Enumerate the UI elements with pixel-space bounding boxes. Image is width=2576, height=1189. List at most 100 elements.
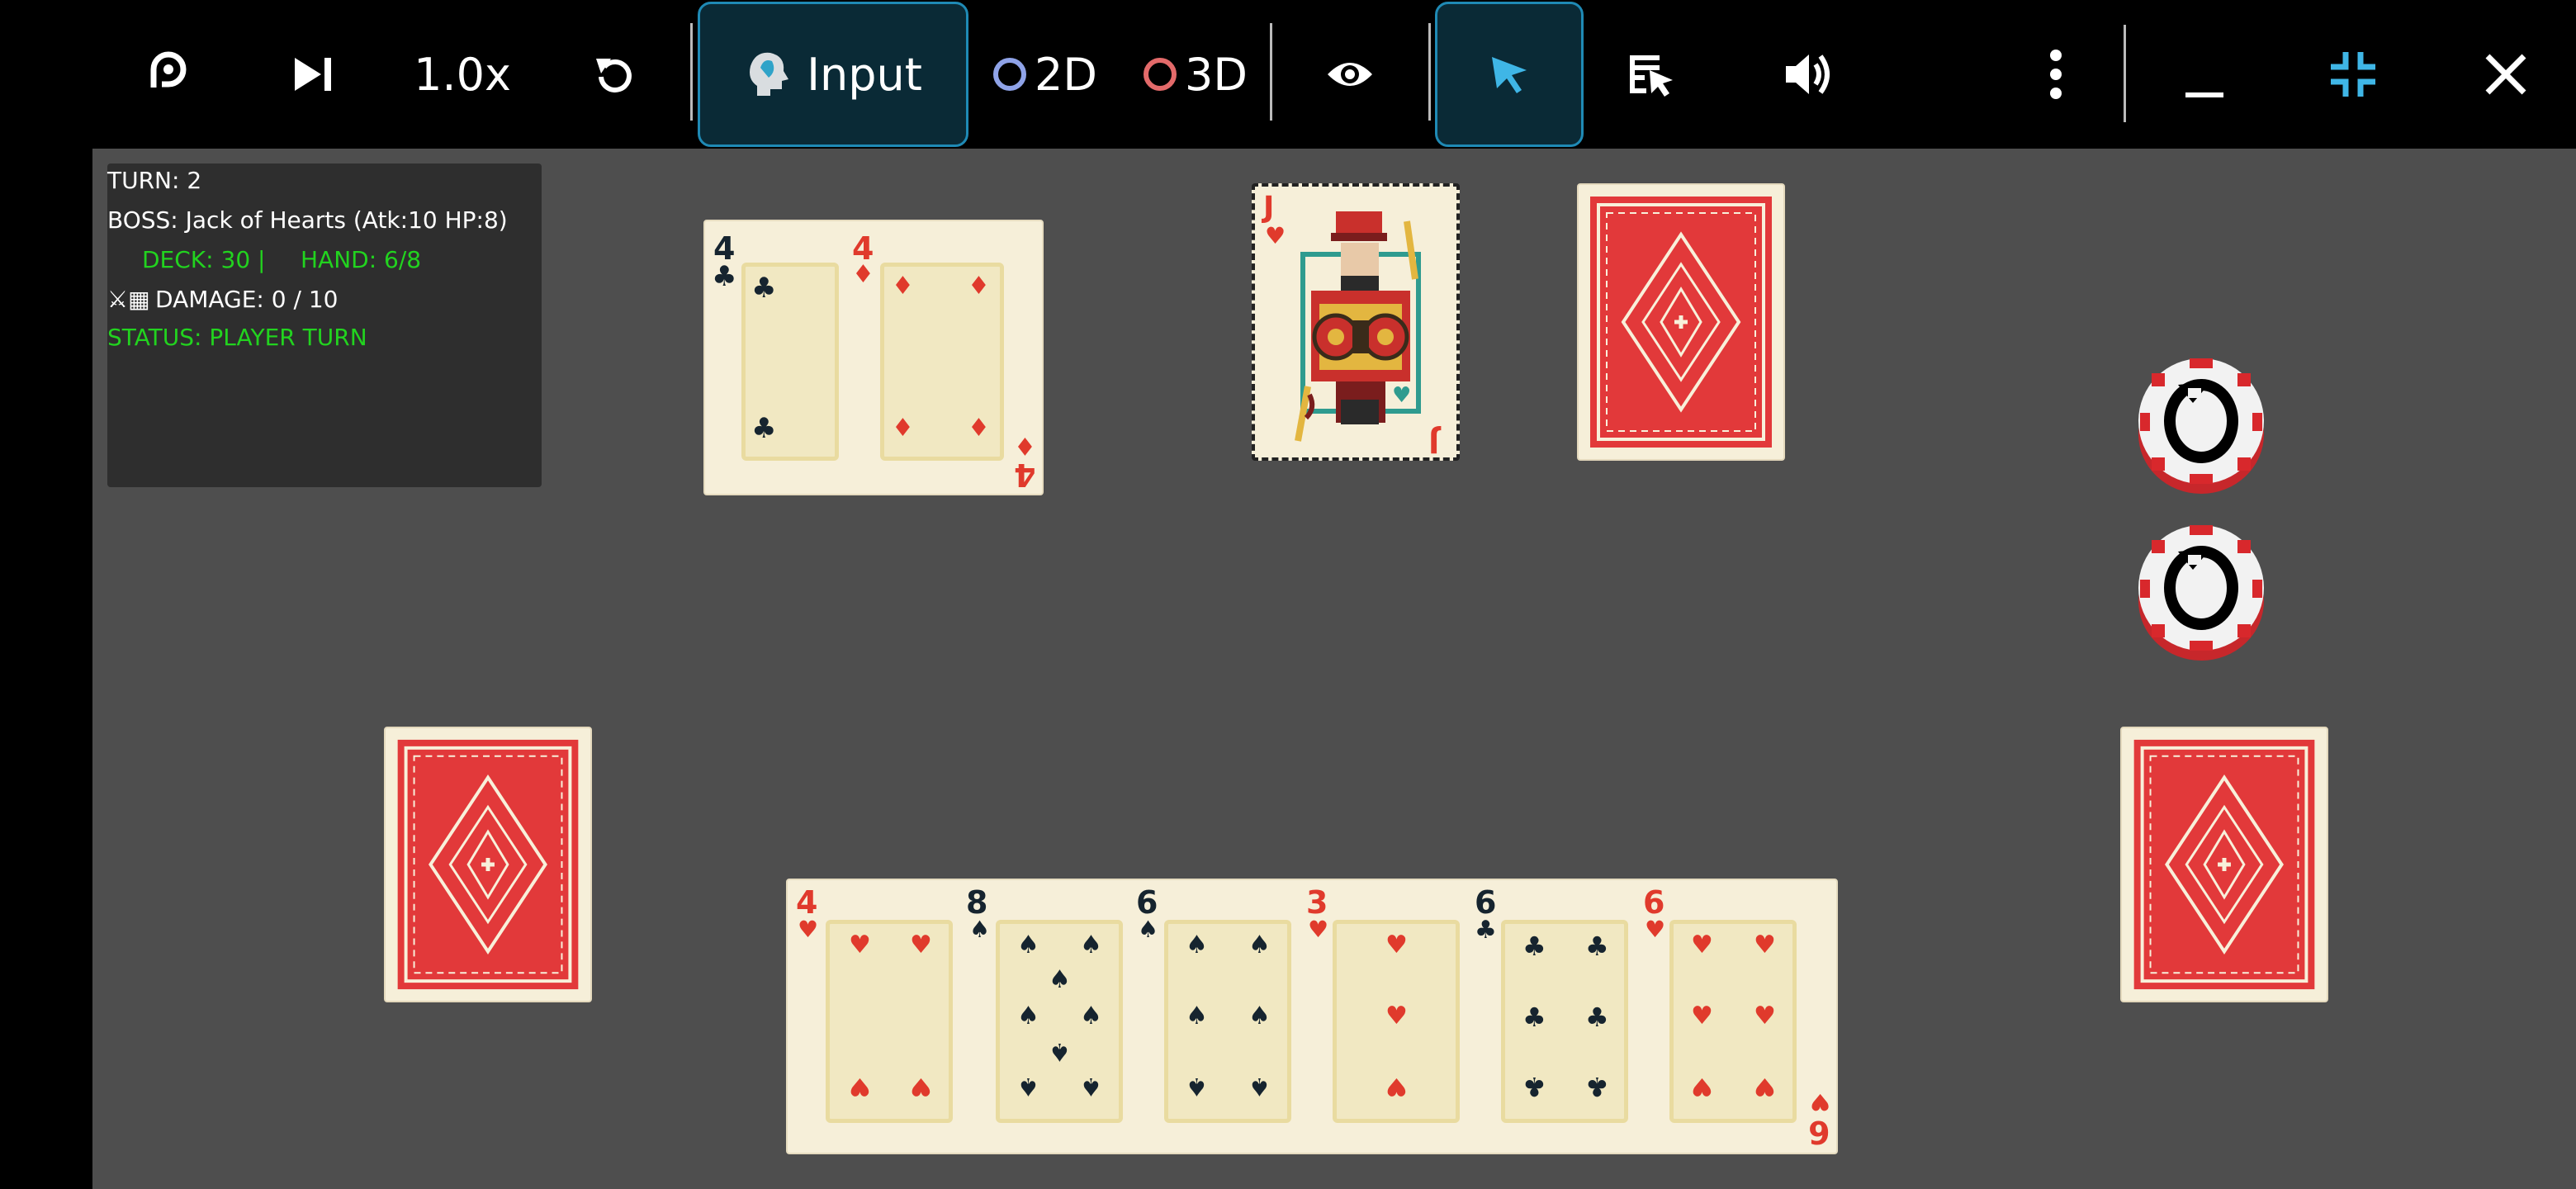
hand-card-5[interactable] bbox=[1501, 920, 1628, 1123]
step-forward-icon bbox=[295, 58, 331, 91]
input-head-icon bbox=[750, 52, 789, 96]
toolbar-divider bbox=[1270, 23, 1272, 121]
pip: ♣ bbox=[1522, 1071, 1546, 1102]
pip: ♦ bbox=[968, 272, 990, 301]
input-label: Input bbox=[807, 48, 922, 101]
damage-text: DAMAGE: 0 / 10 bbox=[155, 286, 339, 313]
step-forward-button[interactable] bbox=[281, 0, 347, 149]
more-vert-icon bbox=[2050, 50, 2062, 99]
pip: ♣ bbox=[1522, 1002, 1546, 1033]
pip: ♥ bbox=[849, 931, 871, 959]
jester-chip-1[interactable] bbox=[2135, 352, 2267, 497]
castle-pile-card-back[interactable] bbox=[2120, 727, 2328, 1002]
pip: ♥ bbox=[1691, 1002, 1713, 1030]
draw-pile-card-back[interactable] bbox=[1577, 183, 1785, 461]
macro-button[interactable] bbox=[1618, 0, 1684, 149]
boss-card-suit: ♥ bbox=[1265, 222, 1286, 249]
hud-panel: TURN: 2 BOSS: Jack of Hearts (Atk:10 HP:… bbox=[107, 163, 542, 487]
status-text: STATUS: PLAYER TURN bbox=[107, 324, 367, 351]
close-icon bbox=[2485, 54, 2526, 95]
played-card-2-suit-bottom: ♦ bbox=[1014, 431, 1036, 460]
player-hand[interactable]: 4 ♥ ♥ ♥ ♥ ♥ 8 ♠ ♠ ♠ ♠ ♠ ♠ ♠ ♠ ♠ 6 ♠ ♠ ♠ … bbox=[786, 879, 1838, 1154]
pip: ♣ bbox=[1585, 1071, 1609, 1102]
pointer-button[interactable] bbox=[1435, 2, 1584, 147]
pip: ♠ bbox=[1186, 1072, 1208, 1101]
app-logo-button[interactable] bbox=[132, 0, 205, 149]
boss-card[interactable]: J ♥ ♥ J bbox=[1252, 183, 1460, 461]
hand-count-text: HAND: 6/8 bbox=[301, 246, 422, 273]
pip: ♣ bbox=[1585, 931, 1609, 962]
boss-card-rank: J bbox=[1263, 191, 1275, 225]
input-button[interactable]: Input bbox=[698, 2, 968, 147]
hand-card-1-suit: ♥ bbox=[798, 916, 819, 943]
hand-card-1[interactable] bbox=[826, 920, 953, 1123]
pip: ♠ bbox=[1017, 1002, 1039, 1030]
hand-card-5-suit: ♣ bbox=[1475, 916, 1497, 945]
reset-button[interactable] bbox=[582, 0, 648, 149]
pip: ♥ bbox=[1385, 1002, 1408, 1030]
pip: ♠ bbox=[1186, 931, 1208, 959]
pip: ♦ bbox=[892, 272, 914, 301]
pip: ♥ bbox=[849, 1072, 871, 1101]
mode-3d-label: 3D bbox=[1185, 48, 1248, 101]
hand-card-3[interactable] bbox=[1164, 920, 1291, 1123]
volume-button[interactable] bbox=[1771, 0, 1845, 149]
played-cards: 4 ♣ ♣ ♣ 4 ♦ ♦ ♦ ♦ ♦ ♦ 4 bbox=[703, 220, 1044, 495]
jester-chip-2[interactable] bbox=[2135, 519, 2267, 664]
volume-icon bbox=[1786, 54, 1830, 94]
boss-card-suit-inner: ♥ bbox=[1392, 383, 1412, 408]
pip: ♣ bbox=[751, 272, 777, 305]
visibility-button[interactable] bbox=[1317, 0, 1383, 149]
emulator-toolbar: 1.0x Input 2D 3D bbox=[0, 0, 2576, 149]
hand-card-1-rank: 4 bbox=[796, 884, 818, 921]
ring-3d-icon bbox=[1144, 58, 1177, 91]
pip: ♣ bbox=[1585, 1002, 1609, 1033]
shrink-icon bbox=[2331, 52, 2375, 97]
mode-2d-label: 2D bbox=[1035, 48, 1097, 101]
pip: ♥ bbox=[1385, 931, 1408, 959]
pip: ♠ bbox=[1080, 1072, 1102, 1101]
pip: ♠ bbox=[1049, 965, 1071, 994]
hand-card-6-rank-bottom: 6 bbox=[1808, 1114, 1830, 1150]
hand-card-6-rank: 6 bbox=[1643, 884, 1665, 921]
reset-icon bbox=[596, 59, 632, 92]
hand-card-2-rank: 8 bbox=[966, 884, 988, 921]
hand-card-5-rank: 6 bbox=[1475, 884, 1497, 921]
discard-pile-card-back[interactable] bbox=[384, 727, 592, 1002]
pip: ♦ bbox=[892, 414, 914, 443]
toolbar-divider bbox=[1428, 23, 1431, 121]
pointer-icon bbox=[1492, 57, 1527, 93]
pip: ♠ bbox=[1248, 1072, 1271, 1101]
pip: ♥ bbox=[910, 931, 932, 959]
pip: ♠ bbox=[1248, 1002, 1271, 1030]
pip: ♠ bbox=[1080, 931, 1102, 959]
hand-card-2-suit: ♠ bbox=[969, 916, 991, 943]
pip: ♦ bbox=[968, 414, 990, 443]
mode-3d-button[interactable]: 3D bbox=[1138, 0, 1253, 149]
pip: ♠ bbox=[1186, 1002, 1208, 1030]
minimize-button[interactable] bbox=[2171, 0, 2237, 149]
eye-icon bbox=[1328, 63, 1372, 86]
pip: ♥ bbox=[1385, 1072, 1408, 1101]
mode-2d-button[interactable]: 2D bbox=[987, 0, 1103, 149]
hand-card-4-rank: 3 bbox=[1306, 884, 1328, 921]
hand-card-6[interactable] bbox=[1669, 920, 1797, 1123]
hand-card-6-suit-bottom: ♥ bbox=[1810, 1088, 1831, 1116]
played-card-2-rank-bottom: 4 bbox=[1014, 457, 1036, 493]
ring-2d-icon bbox=[993, 58, 1027, 91]
hand-card-2[interactable] bbox=[996, 920, 1123, 1123]
toolbar-divider bbox=[690, 23, 693, 121]
speed-button[interactable]: 1.0x bbox=[405, 0, 520, 149]
minimize-icon bbox=[2185, 92, 2223, 97]
more-button[interactable] bbox=[2027, 0, 2085, 149]
pip: ♥ bbox=[1754, 1002, 1776, 1030]
pip: ♠ bbox=[1049, 1037, 1071, 1066]
close-button[interactable] bbox=[2477, 0, 2535, 149]
shrink-button[interactable] bbox=[2320, 0, 2386, 149]
hand-card-3-suit: ♠ bbox=[1138, 916, 1159, 943]
pip: ♥ bbox=[1691, 1072, 1713, 1101]
deck-text: DECK: 30 | bbox=[142, 246, 266, 273]
played-card-1-suit: ♣ bbox=[712, 260, 737, 293]
boss-card-rank-bottom: J bbox=[1428, 424, 1440, 458]
hand-card-3-rank: 6 bbox=[1136, 884, 1158, 921]
